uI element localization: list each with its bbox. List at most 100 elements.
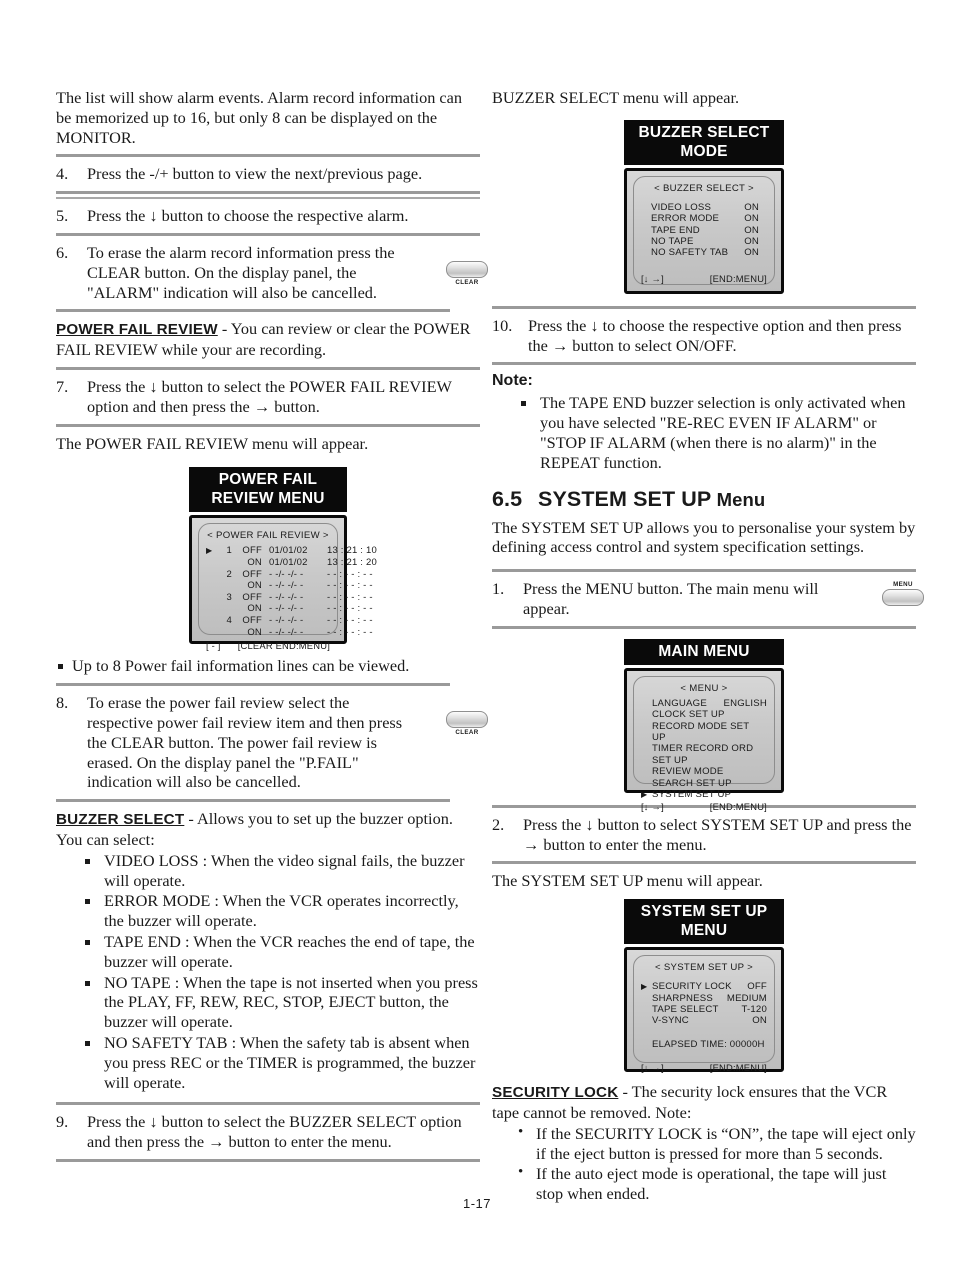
menu-row-label: SHARPNESS	[652, 992, 713, 1004]
button-pill-icon	[882, 589, 924, 607]
menu-row-value: ON	[752, 1015, 767, 1027]
pfr-row[interactable]: 3 OFF - -/- -/- - - - : - - : - -	[206, 591, 373, 604]
step-text: To erase the power fail review select th…	[87, 693, 403, 792]
menu-row[interactable]: V-SYNC ON	[641, 1015, 767, 1026]
step-5: 5. Press the ↓ button to choose the resp…	[56, 206, 480, 226]
step-4: 4. Press the -/+ button to view the next…	[56, 164, 480, 184]
menu-row[interactable]: LANGUAGE ENGLISH	[641, 698, 767, 709]
buzzer-select-term: BUZZER SELECT	[56, 811, 185, 829]
manual-page: The list will show alarm events. Alarm r…	[0, 0, 954, 1272]
pfr-row[interactable]: ON 01/01/02 13 : 21 : 20	[206, 556, 376, 569]
pfr-row[interactable]: ON - -/- -/- - - - : - - : - -	[206, 580, 372, 592]
list-item: VIDEO LOSS : When the video signal fails…	[56, 851, 480, 891]
menu-row[interactable]: SHARPNESS MEDIUM	[641, 993, 767, 1004]
menu-row-label: REVIEW MODE	[652, 766, 724, 778]
pfr-index: 1	[226, 545, 232, 557]
lcd-footer: [↓ →] [END:MENU]	[641, 1062, 767, 1073]
pfr-state: ON	[247, 603, 262, 615]
menu-row-label: TIMER RECORD ORD SET UP	[652, 743, 754, 766]
lcd-screen: < BUZZER SELECT > VIDEO LOSS ON ERROR MO…	[624, 167, 784, 294]
menu-row-label: RECORD MODE SET UP	[652, 720, 750, 743]
menu-row-label: SEARCH SET UP	[652, 777, 732, 789]
divider	[56, 191, 480, 195]
pfr-state: ON	[247, 556, 262, 568]
divider	[56, 197, 480, 200]
pfr-index	[219, 580, 232, 592]
button-pill-icon	[446, 260, 488, 278]
divider	[492, 861, 916, 865]
pfr-index: 4	[226, 614, 232, 626]
menu-row[interactable]: TAPE SELECT T-120	[641, 1004, 767, 1015]
menu-row[interactable]: ERROR MODE ON	[651, 213, 759, 224]
menu-row[interactable]: CLOCK SET UP	[641, 709, 767, 720]
buzzer-option-list: VIDEO LOSS : When the video signal fails…	[56, 851, 480, 1093]
menu-row-label: TAPE SELECT	[652, 1003, 719, 1015]
menu-row[interactable]: RECORD MODE SET UP	[641, 721, 767, 744]
elapsed-time-row: ELAPSED TIME: 00000H	[641, 1039, 767, 1050]
menu-row[interactable]: TIMER RECORD ORD SET UP	[641, 743, 767, 766]
menu-row[interactable]: ▶ SECURITY LOCK OFF	[641, 981, 767, 992]
divider	[56, 1102, 480, 1106]
pfr-row[interactable]: ▶ 1 OFF 01/01/02 13 : 21 : 10	[206, 545, 377, 557]
menu-row-label: VIDEO LOSS	[651, 201, 712, 213]
pfr-row[interactable]: ON - -/- -/- - - - : - - : - -	[206, 626, 372, 639]
step-7: 7. Press the ↓ button to select the POWE…	[56, 377, 480, 417]
lcd-footer-right: [END:MENU]	[709, 801, 767, 813]
selection-caret-icon: ▶	[641, 790, 648, 800]
pfr-row[interactable]: 4 OFF - -/- -/- - - - : - - : - -	[206, 614, 373, 627]
pfr-state: OFF	[242, 545, 262, 557]
pfr-time: - - : - - : - -	[327, 614, 373, 626]
pfr-state: ON	[247, 580, 262, 592]
menu-row[interactable]: SEARCH SET UP	[641, 778, 767, 789]
lcd-inner-frame: < BUZZER SELECT > VIDEO LOSS ON ERROR MO…	[633, 175, 775, 285]
menu-row-value: ON	[744, 201, 759, 213]
menu-row[interactable]: NO SAFETY TAB ON	[651, 247, 759, 258]
step-2: 2. Press the ↓ button to select SYSTEM S…	[492, 815, 916, 855]
section-heading: 6.5 SYSTEM SET UP Menu	[492, 487, 916, 512]
step-number: 10.	[492, 315, 513, 335]
section-number: 6.5	[492, 486, 523, 511]
note-bullet: The TAPE END buzzer selection is only ac…	[492, 393, 916, 472]
pfr-note-bullet: Up to 8 Power fail information lines can…	[56, 656, 480, 676]
pfr-date: - -/- -/- -	[269, 626, 304, 638]
pfr-index	[219, 557, 232, 569]
pfr-date: 01/01/02	[269, 556, 308, 568]
divider	[56, 423, 480, 427]
lcd-footer-right: [END:MENU]	[709, 1062, 767, 1074]
pfr-state: ON	[247, 626, 262, 638]
pfr-index	[219, 603, 232, 615]
divider	[56, 232, 480, 236]
elapsed-time-value: ELAPSED TIME: 00000H	[652, 1038, 765, 1050]
divider	[56, 683, 451, 687]
selection-caret-icon	[206, 627, 219, 639]
list-item: If the SECURITY LOCK is “ON”, the tape w…	[492, 1123, 916, 1164]
divider	[56, 1158, 480, 1162]
step-text: Press the ↓ button to select the POWER F…	[87, 376, 452, 416]
lcd-heading: < MENU >	[680, 682, 728, 694]
section-intro: The SYSTEM SET UP allows you to personal…	[492, 517, 916, 557]
divider	[56, 799, 451, 803]
selection-caret-icon	[206, 580, 219, 592]
lcd-footer-left: [↓ →]	[641, 801, 664, 813]
lcd-footer-right: [END:MENU]	[709, 272, 767, 284]
menu-row[interactable]: ▶ SYSTEM SET UP	[641, 789, 767, 800]
figure-title: POWER FAIL REVIEW MENU	[189, 467, 347, 513]
menu-row[interactable]: TAPE END ON	[651, 225, 759, 236]
lcd-screen: < MENU > LANGUAGE ENGLISH CLOCK SET UP R…	[624, 667, 784, 812]
intro-paragraph: The list will show alarm events. Alarm r…	[56, 88, 463, 147]
lcd-inner-frame: < MENU > LANGUAGE ENGLISH CLOCK SET UP R…	[633, 675, 775, 812]
menu-row[interactable]: VIDEO LOSS ON	[651, 202, 759, 213]
figure-title-line2: REVIEW MENU	[211, 490, 325, 508]
section-title: SYSTEM SET UP	[538, 486, 712, 511]
menu-row-label: SYSTEM SET UP	[652, 789, 732, 801]
menu-row[interactable]: NO TAPE ON	[651, 236, 759, 247]
pfr-time: - - : - - : - -	[327, 603, 373, 615]
pfr-time: - - : - - : - -	[327, 568, 373, 580]
pfr-row[interactable]: ON - -/- -/- - - - : - - : - -	[206, 603, 372, 615]
divider	[56, 309, 451, 313]
lcd-footer-left: [↓ →]	[641, 272, 664, 284]
pfr-row[interactable]: 2 OFF - -/- -/- - - - : - - : - -	[206, 569, 373, 581]
menu-row[interactable]: REVIEW MODE	[641, 766, 767, 777]
menu-row-label: NO SAFETY TAB	[651, 247, 729, 259]
pfr-date: - -/- -/- -	[269, 591, 304, 603]
